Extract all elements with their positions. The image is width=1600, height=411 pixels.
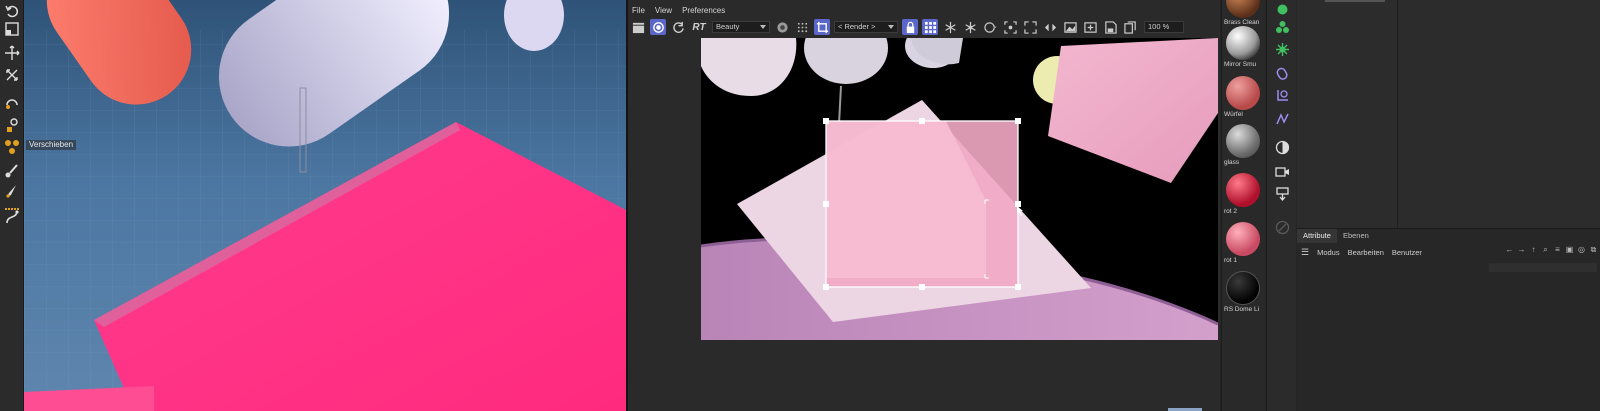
material-manager: Brass Clean Mirror Smu Würfel glass rot … xyxy=(1221,0,1265,411)
material-name: Mirror Smu xyxy=(1224,61,1257,68)
render-active-icon[interactable] xyxy=(650,19,666,35)
compare-icon[interactable] xyxy=(1042,19,1058,35)
snowflake-lock-icon[interactable] xyxy=(962,19,978,35)
zoom-field[interactable]: 100 % xyxy=(1144,21,1184,33)
material-name: rot 1 xyxy=(1224,257,1238,264)
add-image-icon[interactable] xyxy=(1082,19,1098,35)
save-icon[interactable] xyxy=(1102,19,1118,35)
knife-icon[interactable] xyxy=(3,182,21,200)
material-preview xyxy=(1226,173,1260,207)
material-item[interactable]: rot 2 xyxy=(1224,173,1266,216)
menu-file[interactable]: File xyxy=(632,4,645,17)
menu-benutzer[interactable]: Benutzer xyxy=(1392,248,1422,257)
lasso-icon[interactable] xyxy=(3,116,21,134)
material-preview xyxy=(1226,222,1260,256)
menu-view[interactable]: View xyxy=(655,4,672,17)
picture-viewer-menu: File View Preferences xyxy=(628,4,725,17)
scale-icon[interactable] xyxy=(3,20,21,38)
bend-deformer-icon[interactable] xyxy=(1273,86,1291,104)
arrow-right-icon[interactable]: → xyxy=(1517,245,1526,254)
material-name: Würfel xyxy=(1224,111,1243,118)
rotate-icon[interactable] xyxy=(3,94,21,112)
nodes-icon[interactable] xyxy=(3,138,21,156)
menu-bearbeiten[interactable]: Bearbeiten xyxy=(1348,248,1384,257)
material-item[interactable]: Mirror Smu xyxy=(1224,26,1266,69)
picture-viewer: File View Preferences RT Beauty < Render… xyxy=(628,0,1220,411)
expand-icon[interactable] xyxy=(1022,19,1038,35)
render-dropdown[interactable]: < Render > xyxy=(834,21,898,33)
attribute-manager: Attribute Ebenen ☰ Modus Bearbeiten Benu… xyxy=(1297,228,1600,411)
hamburger-icon[interactable]: ☰ xyxy=(1301,247,1309,258)
deformer-icon[interactable] xyxy=(1273,64,1291,82)
target-icon[interactable]: ◎ xyxy=(1577,245,1586,254)
camera-icon[interactable] xyxy=(1273,162,1291,180)
sphere-preview-icon[interactable] xyxy=(774,19,790,35)
material-item[interactable]: rot 1 xyxy=(1224,222,1266,265)
material-item[interactable]: glass xyxy=(1224,124,1266,167)
spline-deformer-icon[interactable] xyxy=(1273,110,1291,128)
clapper-icon[interactable] xyxy=(630,19,646,35)
render-scene xyxy=(701,38,1218,340)
attribute-nav-icons: ← → ↑ ⌕ ≡ ▣ ◎ ⧉ xyxy=(1505,245,1598,255)
material-item[interactable]: RS Dome Li xyxy=(1224,271,1266,314)
circle-dropdown-icon[interactable] xyxy=(982,19,998,35)
crop-region-icon[interactable] xyxy=(814,19,830,35)
tool-palette xyxy=(0,0,24,411)
material-name: rot 2 xyxy=(1224,208,1238,215)
effector-icon[interactable] xyxy=(1273,40,1291,58)
grid-dots-icon[interactable] xyxy=(794,19,810,35)
rt-label[interactable]: RT xyxy=(690,19,708,35)
material-name: glass xyxy=(1224,159,1240,166)
menu-modus[interactable]: Modus xyxy=(1317,248,1340,257)
tab-attribute[interactable]: Attribute xyxy=(1297,229,1337,243)
brush-icon[interactable] xyxy=(3,162,21,180)
fit-frame-icon[interactable] xyxy=(1002,19,1018,35)
viewport-scene xyxy=(24,0,626,411)
object-manager[interactable] xyxy=(1297,0,1600,228)
material-preview xyxy=(1226,26,1260,60)
search-icon[interactable]: ⌕ xyxy=(1541,245,1550,254)
material-name: RS Dome Li xyxy=(1224,306,1260,313)
attribute-field[interactable] xyxy=(1489,263,1597,272)
picture-viewer-statusbar xyxy=(628,401,1220,411)
new-window-icon[interactable]: ⧉ xyxy=(1589,245,1598,254)
pass-dropdown[interactable]: Beauty xyxy=(712,21,770,33)
light-icon[interactable] xyxy=(1273,184,1291,202)
generator-icon[interactable] xyxy=(1273,0,1291,18)
material-item[interactable]: Brass Clean xyxy=(1224,0,1266,27)
bucket-grid-icon[interactable] xyxy=(922,19,938,35)
3d-viewport[interactable]: Verschieben xyxy=(24,0,626,411)
refresh-icon[interactable] xyxy=(670,19,686,35)
environment-icon[interactable] xyxy=(1273,138,1291,156)
cinema4d-window: Verschieben File View Preferences RT Bea… xyxy=(0,0,1600,411)
material-preview xyxy=(1226,76,1260,110)
undo-icon[interactable] xyxy=(3,2,21,20)
object-manager-splitter[interactable] xyxy=(1397,0,1398,228)
arrow-up-icon[interactable]: ↑ xyxy=(1529,245,1538,254)
transform-icon[interactable] xyxy=(3,66,21,84)
material-item[interactable]: Würfel xyxy=(1224,76,1266,119)
material-preview xyxy=(1226,124,1260,158)
lock-icon[interactable] xyxy=(902,19,918,35)
attribute-tabs: Attribute Ebenen xyxy=(1297,229,1600,243)
copy-icon[interactable] xyxy=(1122,19,1138,35)
cloner-icon[interactable] xyxy=(1273,18,1291,36)
bend-icon[interactable] xyxy=(3,208,21,226)
render-image[interactable] xyxy=(701,38,1218,340)
material-preview xyxy=(1226,0,1260,18)
material-preview xyxy=(1226,271,1260,305)
object-palette xyxy=(1266,0,1296,411)
disabled-tool-icon xyxy=(1273,218,1291,236)
lock-small-icon[interactable]: ▣ xyxy=(1565,245,1574,254)
snowflake-icon[interactable] xyxy=(942,19,958,35)
move-icon[interactable] xyxy=(3,44,21,62)
move-tooltip: Verschieben xyxy=(26,140,77,150)
object-row-indicator xyxy=(1325,0,1385,2)
picture-viewer-toolbar: RT Beauty < Render > 100 % xyxy=(628,17,1220,37)
arrow-left-icon[interactable]: ← xyxy=(1505,245,1514,254)
tab-ebenen[interactable]: Ebenen xyxy=(1337,229,1375,243)
image-icon[interactable] xyxy=(1062,19,1078,35)
filter-icon[interactable]: ≡ xyxy=(1553,245,1562,254)
menu-preferences[interactable]: Preferences xyxy=(682,4,725,17)
